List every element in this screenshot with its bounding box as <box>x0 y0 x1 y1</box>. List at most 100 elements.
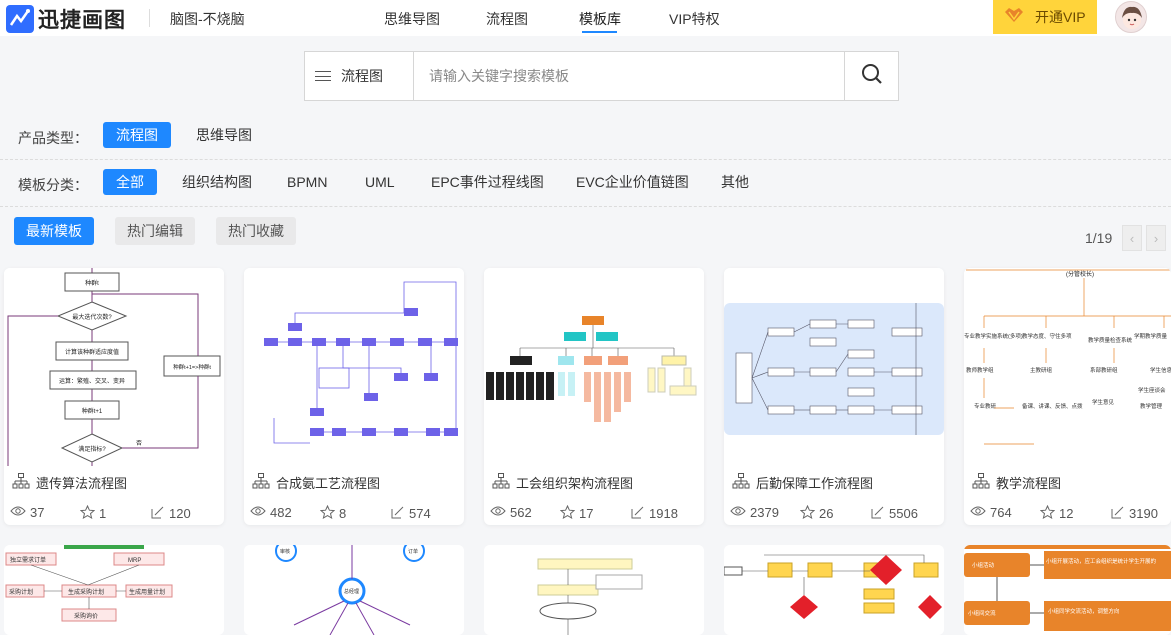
category-label: 模板分类： <box>18 177 88 193</box>
chevron-left-icon: ‹ <box>1129 230 1135 246</box>
template-thumbnail <box>244 268 464 466</box>
thumb-text: 最大迭代次数? <box>72 313 112 321</box>
user-avatar[interactable] <box>1115 1 1147 33</box>
view-count: 482 <box>250 505 292 520</box>
search-type-label: 流程图 <box>341 68 383 84</box>
category-bpmn[interactable]: BPMN <box>274 169 340 195</box>
thumb-text: 生成用量计划 <box>129 588 165 596</box>
template-thumbnail: 种群t 最大迭代次数? 计算该种群适应度值 运算：繁殖、交叉、变异 种群t+1 … <box>4 268 224 466</box>
search-button[interactable] <box>844 52 898 100</box>
thumb-text: 学生信息 <box>1150 366 1171 374</box>
thumb-text: 系部教研组 <box>1090 366 1118 374</box>
edit-count: 1918 <box>631 505 678 522</box>
template-thumbnail <box>724 268 944 466</box>
template-card[interactable]: 小组活动 小组开展活动，应工会组织是统计学生开展的 小组间交流 小组同学交流活动… <box>964 545 1171 635</box>
divider <box>0 206 1171 207</box>
eye-icon <box>970 505 986 520</box>
thumb-text: 主教研组 <box>1030 366 1053 374</box>
category-evc[interactable]: EVC企业价值链图 <box>563 169 702 195</box>
top-header: 迅捷画图 脑图-不烧脑 思维导图 流程图 模板库 VIP特权 开通VIP <box>0 0 1171 36</box>
template-card[interactable]: 审核 订单 总经理 <box>244 545 464 635</box>
category-all[interactable]: 全部 <box>103 169 157 195</box>
view-count: 764 <box>970 505 1012 520</box>
app-logo[interactable]: 迅捷画图 <box>6 4 126 34</box>
category-org-chart[interactable]: 组织结构图 <box>169 169 265 195</box>
category-uml[interactable]: UML <box>352 169 408 195</box>
template-card[interactable]: 独立需求订单 MRP 采购计划 生成采购计划 生成用量计划 采购询价 <box>4 545 224 635</box>
template-card[interactable] <box>724 545 944 635</box>
view-count: 562 <box>490 505 532 520</box>
category-epc[interactable]: EPC事件过程线图 <box>418 169 557 195</box>
template-title: 遗传算法流程图 <box>36 476 128 491</box>
thumb-text: 独立需求订单 <box>10 556 46 564</box>
nav-vip[interactable]: VIP特权 <box>669 9 720 29</box>
prev-page-button[interactable]: ‹ <box>1122 225 1142 251</box>
template-card[interactable]: 种群t 最大迭代次数? 计算该种群适应度值 运算：繁殖、交叉、变异 种群t+1 … <box>4 268 224 525</box>
like-count: 26 <box>799 504 833 522</box>
file-name[interactable]: 脑图-不烧脑 <box>170 9 245 29</box>
thumb-text: 学期教学质量 <box>1134 332 1168 340</box>
like-count: 8 <box>319 504 346 522</box>
template-thumbnail: 小组活动 小组开展活动，应工会组织是统计学生开展的 小组间交流 小组同学交流活动… <box>964 545 1171 635</box>
thumb-text: 教学管理 <box>1140 402 1163 410</box>
sort-hot-edit[interactable]: 热门编辑 <box>115 217 195 245</box>
nav-mindmap[interactable]: 思维导图 <box>384 9 440 29</box>
open-vip-button[interactable]: 开通VIP <box>993 0 1097 34</box>
edit-icon <box>871 505 885 522</box>
thumb-text: 教师教学组 <box>966 366 994 374</box>
thumb-text: 总经理 <box>344 588 359 595</box>
nav-template-library[interactable]: 模板库 <box>579 9 621 29</box>
sort-newest[interactable]: 最新模板 <box>14 217 94 245</box>
flowchart-icon <box>972 473 990 492</box>
star-icon <box>1039 504 1056 522</box>
thumb-text: 种群t+1 <box>82 407 103 415</box>
eye-icon <box>730 505 746 520</box>
sort-hot-favorite[interactable]: 热门收藏 <box>216 217 296 245</box>
page-indicator: 1/19 <box>1085 230 1113 246</box>
thumb-text: MRP <box>128 558 141 564</box>
template-thumbnail: 审核 订单 总经理 <box>244 545 464 635</box>
logo-text: 迅捷画图 <box>38 9 126 32</box>
thumb-text: 小组开展活动，应工会组织是统计学生开展的 <box>1046 557 1157 565</box>
template-card[interactable]: 工会组织架构流程图 562 17 1918 <box>484 268 704 525</box>
next-page-button[interactable]: › <box>1146 225 1166 251</box>
template-card[interactable]: 后勤保障工作流程图 2379 26 5506 <box>724 268 944 525</box>
template-title: 合成氨工艺流程图 <box>276 476 381 491</box>
category-other[interactable]: 其他 <box>708 169 762 195</box>
template-card[interactable]: (分管校长) 专业教学实施系统(多项) 教学态度、守住多项 教学质量检查系统 学… <box>964 268 1171 525</box>
header-divider <box>149 9 150 27</box>
like-count: 17 <box>559 504 593 522</box>
flowchart-icon <box>12 473 30 492</box>
template-thumbnail <box>724 545 944 635</box>
thumb-text: 备课、讲课、反馈、点拨 <box>1022 402 1083 410</box>
search-input[interactable] <box>415 52 845 100</box>
thumb-text: 生成采购计划 <box>68 588 104 596</box>
search-icon <box>861 63 883 90</box>
thumb-text: 运算：繁殖、交叉、变异 <box>59 377 125 385</box>
divider <box>0 159 1171 160</box>
like-count: 1 <box>79 504 106 522</box>
template-title: 后勤保障工作流程图 <box>756 476 874 491</box>
star-icon <box>79 504 96 522</box>
template-card[interactable]: 合成氨工艺流程图 482 8 574 <box>244 268 464 525</box>
product-type-label: 产品类型： <box>18 130 88 146</box>
edit-icon <box>631 505 645 522</box>
template-title: 工会组织架构流程图 <box>516 476 634 491</box>
search-type-dropdown[interactable]: 流程图 <box>305 52 414 100</box>
filter-mindmap[interactable]: 思维导图 <box>183 122 265 148</box>
star-icon <box>559 504 576 522</box>
nav-flowchart[interactable]: 流程图 <box>486 9 528 29</box>
nav-active-indicator <box>582 31 617 33</box>
thumb-text: 专业教学实施系统(多项) <box>964 332 1023 340</box>
search-bar: 流程图 <box>304 51 899 101</box>
edit-icon <box>1111 505 1125 522</box>
template-thumbnail: 独立需求订单 MRP 采购计划 生成采购计划 生成用量计划 采购询价 <box>4 545 224 635</box>
edit-count: 120 <box>151 505 191 522</box>
chevron-right-icon: › <box>1153 230 1159 246</box>
filter-flowchart[interactable]: 流程图 <box>103 122 171 148</box>
thumb-text: 学生意见 <box>1092 398 1115 406</box>
template-card[interactable] <box>484 545 704 635</box>
flowchart-icon <box>252 473 270 492</box>
thumb-text: 否 <box>136 440 142 447</box>
thumb-text: 小组活动 <box>972 561 995 569</box>
